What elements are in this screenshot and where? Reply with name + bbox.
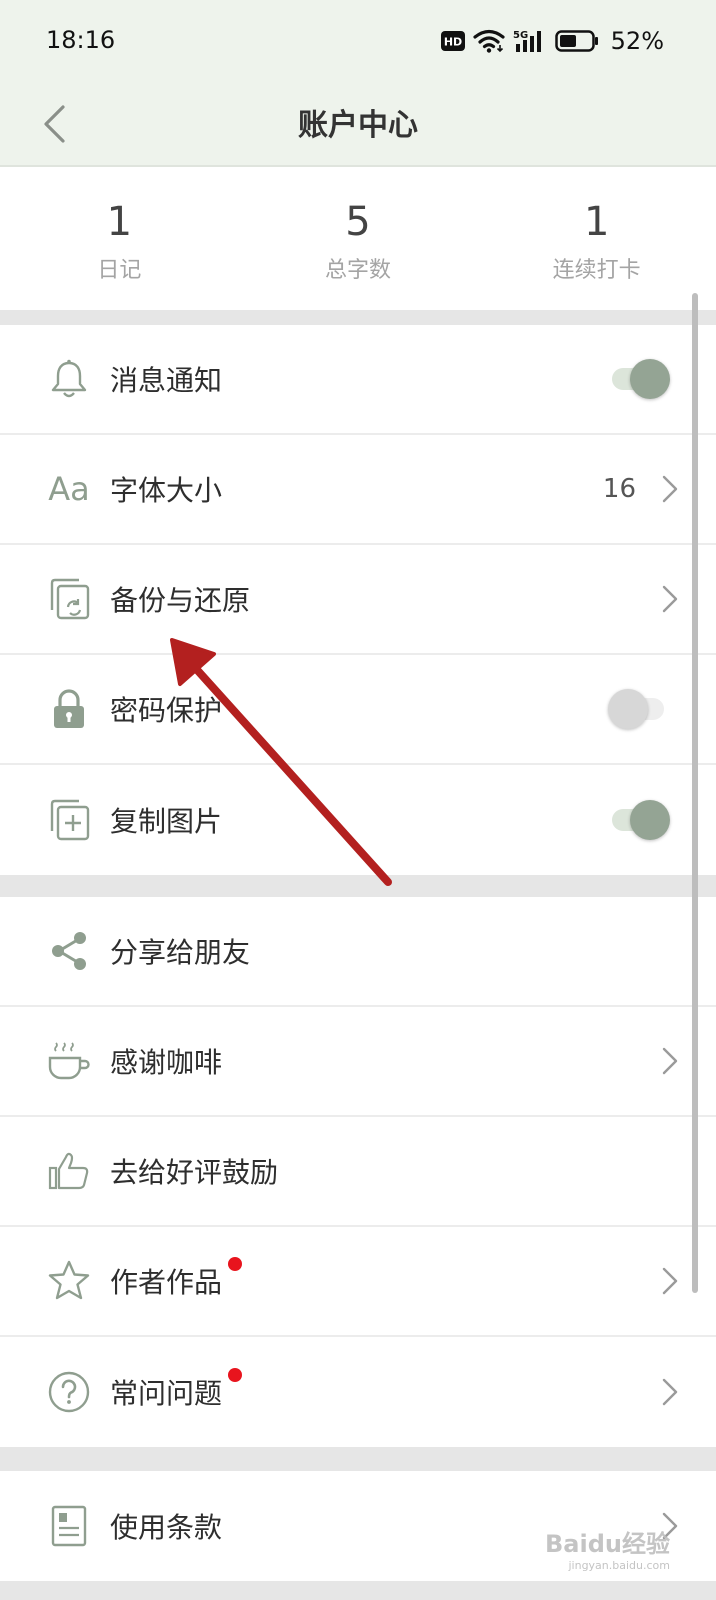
copy-image-toggle[interactable] (608, 800, 670, 840)
author-works-row[interactable]: 作者作品 (0, 1227, 716, 1337)
lock-icon (46, 686, 92, 732)
watermark: Baidu经验 jingyan.baidu.com (545, 1524, 670, 1572)
coffee-row[interactable]: 感谢咖啡 (0, 1007, 716, 1117)
share-row[interactable]: 分享给朋友 (0, 897, 716, 1007)
toggle-knob (630, 359, 670, 399)
app-header: 18:16 HD 5G 52% 账户中心 (0, 0, 716, 167)
coffee-icon (46, 1038, 92, 1084)
stat-value: 1 (106, 198, 133, 245)
stat-label: 日记 (97, 257, 142, 283)
faq-text: 常问问题 (110, 1377, 223, 1410)
scrollbar[interactable] (692, 293, 698, 1293)
faq-row[interactable]: 常问问题 (0, 1337, 716, 1447)
battery-icon (554, 30, 598, 52)
stat-label: 总字数 (325, 257, 392, 283)
chevron-right-icon (662, 1047, 678, 1075)
rate-label: 去给好评鼓励 (110, 1156, 279, 1189)
font-size-row[interactable]: Aa 字体大小 16 (0, 435, 716, 545)
chevron-right-icon (662, 585, 678, 613)
rate-row[interactable]: 去给好评鼓励 (0, 1117, 716, 1227)
watermark-text: Baidu经验 (545, 1530, 670, 1558)
document-icon (46, 1503, 92, 1549)
terms-label: 使用条款 (110, 1511, 223, 1544)
backup-restore-label: 备份与还原 (110, 584, 251, 617)
question-icon (46, 1369, 92, 1415)
backup-restore-icon (46, 576, 92, 622)
stat-streak[interactable]: 1 连续打卡 (477, 167, 716, 310)
status-time: 18:16 (46, 26, 116, 54)
password-protection-toggle[interactable] (608, 689, 670, 729)
stat-label: 连续打卡 (552, 257, 641, 283)
thumbs-up-icon (46, 1148, 92, 1194)
copy-image-row[interactable]: 复制图片 (0, 765, 716, 875)
toggle-knob (630, 800, 670, 840)
stat-word-count[interactable]: 5 总字数 (239, 167, 478, 310)
copy-image-label: 复制图片 (110, 805, 223, 838)
status-icons: HD 5G 52% (440, 24, 664, 58)
author-works-text: 作者作品 (110, 1266, 223, 1299)
copy-add-icon (46, 797, 92, 843)
font-size-label: 字体大小 (110, 474, 223, 507)
stat-diary[interactable]: 1 日记 (0, 167, 239, 310)
wifi-icon (473, 29, 505, 53)
font-size-icon-text: Aa (48, 470, 90, 508)
stat-value: 1 (583, 198, 610, 245)
stats-panel: 1 日记 5 总字数 1 连续打卡 (0, 167, 716, 310)
page-title: 账户中心 (298, 108, 418, 143)
hd-icon: HD (440, 31, 465, 51)
password-protection-row[interactable]: 密码保护 (0, 655, 716, 765)
share-icon (46, 928, 92, 974)
notification-dot (228, 1368, 243, 1382)
password-protection-label: 密码保护 (110, 694, 223, 727)
notification-dot (228, 1257, 243, 1271)
notification-toggle[interactable] (608, 359, 670, 399)
network-label: 5G (513, 30, 528, 41)
social-group: 分享给朋友 感谢咖啡 去给好评鼓励 作者作品 常问问题 (0, 897, 716, 1447)
cellular-signal-icon: 5G (513, 30, 541, 52)
settings-group: 消息通知 Aa 字体大小 16 备份与还原 密码保护 复制图片 (0, 325, 716, 875)
nav-bar: 账户中心 (0, 84, 716, 166)
font-size-icon: Aa (46, 466, 92, 512)
chevron-right-icon (662, 1267, 678, 1295)
faq-label: 常问问题 (110, 1368, 243, 1412)
notification-row[interactable]: 消息通知 (0, 325, 716, 435)
chevron-right-icon (662, 475, 678, 503)
watermark-subtext: jingyan.baidu.com (568, 1559, 670, 1572)
font-size-value: 16 (602, 474, 636, 504)
backup-restore-row[interactable]: 备份与还原 (0, 545, 716, 655)
status-bar: 18:16 HD 5G 52% (0, 0, 716, 84)
battery-percent: 52% (610, 27, 664, 55)
hd-label: HD (443, 36, 461, 49)
share-label: 分享给朋友 (110, 936, 251, 969)
chevron-right-icon (662, 1378, 678, 1406)
toggle-knob (608, 689, 648, 729)
star-icon (46, 1258, 92, 1304)
notification-label: 消息通知 (110, 364, 223, 397)
stat-value: 5 (345, 198, 371, 245)
author-works-label: 作者作品 (110, 1257, 243, 1301)
bell-icon (46, 356, 92, 402)
coffee-label: 感谢咖啡 (110, 1046, 223, 1079)
